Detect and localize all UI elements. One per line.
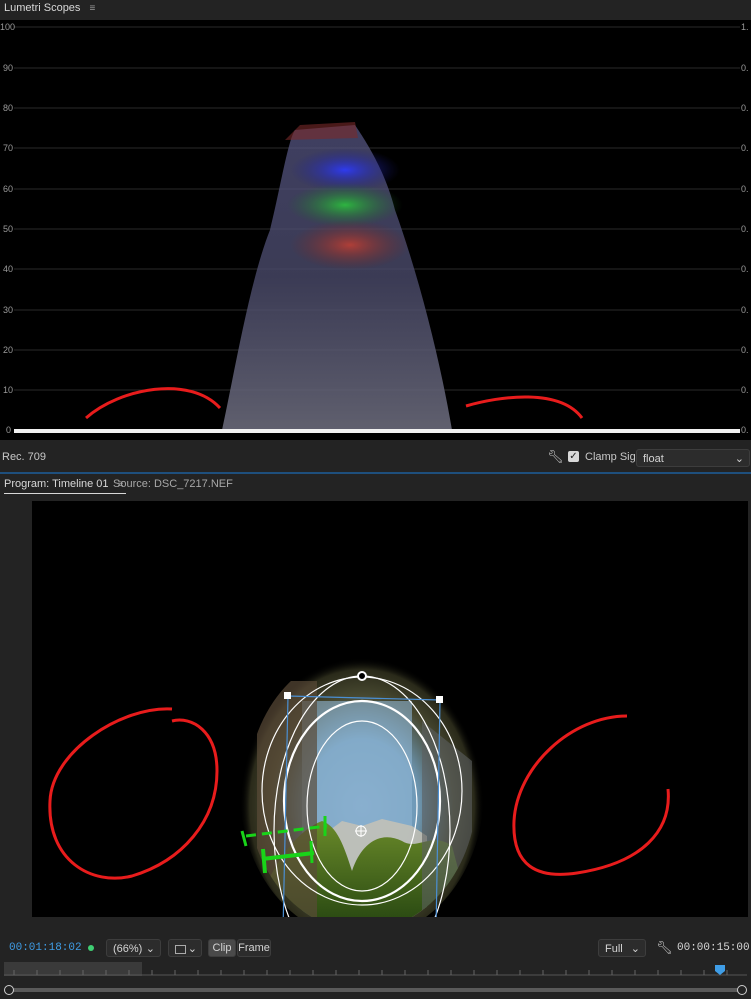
y-tick-label: 0. — [741, 305, 749, 315]
y-tick-label: 10 — [3, 385, 14, 395]
duration-timecode: 00:00:15:00 — [677, 942, 750, 954]
y-tick-label: 0. — [741, 425, 749, 435]
scopes-tab-label: Lumetri Scopes — [4, 2, 81, 14]
y-tick-label: 90 — [3, 63, 14, 73]
y-tick-label: 100 — [0, 22, 16, 32]
precision-select-value: float — [643, 453, 664, 465]
zoom-select-value: (66%) — [113, 943, 143, 955]
y-axis-right: 1. 0. 0. 0. 0. 0. 0. 0. 0. 0. 0. — [741, 20, 751, 440]
scrollbar-handle-right[interactable] — [737, 985, 747, 995]
chevron-down-icon: ⌄ — [187, 943, 197, 955]
resolution-select-value: Full — [605, 943, 623, 955]
chevron-down-icon: ⌄ — [145, 943, 155, 955]
y-tick-label: 50 — [3, 224, 14, 234]
tab-source[interactable]: Source: DSC_7217.NEF — [113, 476, 233, 492]
status-dot — [88, 945, 94, 951]
wrench-icon[interactable]: 🔧︎ — [656, 940, 673, 956]
y-tick-label: 70 — [3, 143, 14, 153]
tab-program-label: Program: Timeline 01 — [4, 478, 109, 490]
precision-select[interactable]: float ⌄ — [636, 449, 750, 467]
tab-program[interactable]: Program: Timeline 01 ≡ — [4, 476, 126, 494]
program-monitor-video[interactable] — [32, 501, 748, 917]
chevron-down-icon: ⌄ — [734, 453, 744, 465]
scrollbar-track[interactable] — [9, 988, 742, 992]
y-tick-label: 0. — [741, 385, 749, 395]
y-tick-label: 0. — [741, 264, 749, 274]
y-tick-label: 0. — [741, 345, 749, 355]
y-axis-left: 100 90 80 70 60 50 40 30 20 10 0 — [0, 20, 16, 440]
frame-button[interactable]: Frame — [237, 939, 271, 957]
tab-source-label: Source: DSC_7217.NEF — [113, 478, 233, 490]
y-tick-label: 0. — [741, 103, 749, 113]
y-tick-label: 0. — [741, 63, 749, 73]
chevron-down-icon: ⌄ — [630, 943, 640, 955]
settings-select[interactable]: ⌄ — [168, 939, 202, 957]
scopes-tab[interactable]: Lumetri Scopes ≡ — [4, 0, 98, 16]
y-tick-label: 20 — [3, 345, 14, 355]
zoom-scrollbar[interactable] — [4, 985, 747, 995]
y-tick-label: 60 — [3, 184, 14, 194]
time-ruler[interactable] — [4, 962, 747, 976]
y-tick-label: 0 — [6, 425, 12, 435]
scrollbar-handle-left[interactable] — [4, 985, 14, 995]
panel-divider — [0, 472, 751, 474]
y-tick-label: 30 — [3, 305, 14, 315]
y-tick-label: 40 — [3, 264, 14, 274]
clip-button[interactable]: Clip — [208, 939, 236, 957]
wrench-icon[interactable]: 🔧︎ — [547, 449, 564, 465]
y-tick-label: 0. — [741, 224, 749, 234]
zoom-select[interactable]: (66%) ⌄ — [106, 939, 161, 957]
monitor-settings-icon — [175, 945, 186, 954]
clamp-signal-checkbox[interactable]: ✓ — [568, 451, 579, 462]
y-tick-label: 0. — [741, 143, 749, 153]
waveform-scope: 100 90 80 70 60 50 40 30 20 10 0 1. 0. 0… — [0, 20, 751, 440]
scopes-footer: Rec. 709 🔧︎ ✓ Clamp Signal float ⌄ — [0, 446, 751, 470]
y-tick-label: 80 — [3, 103, 14, 113]
y-tick-label: 0. — [741, 184, 749, 194]
y-tick-label: 1. — [741, 22, 749, 32]
current-timecode[interactable]: 00:01:18:02 — [9, 942, 82, 954]
panel-menu-icon[interactable]: ≡ — [90, 1, 98, 17]
resolution-select[interactable]: Full ⌄ — [598, 939, 646, 957]
colorspace-label[interactable]: Rec. 709 — [2, 451, 46, 463]
